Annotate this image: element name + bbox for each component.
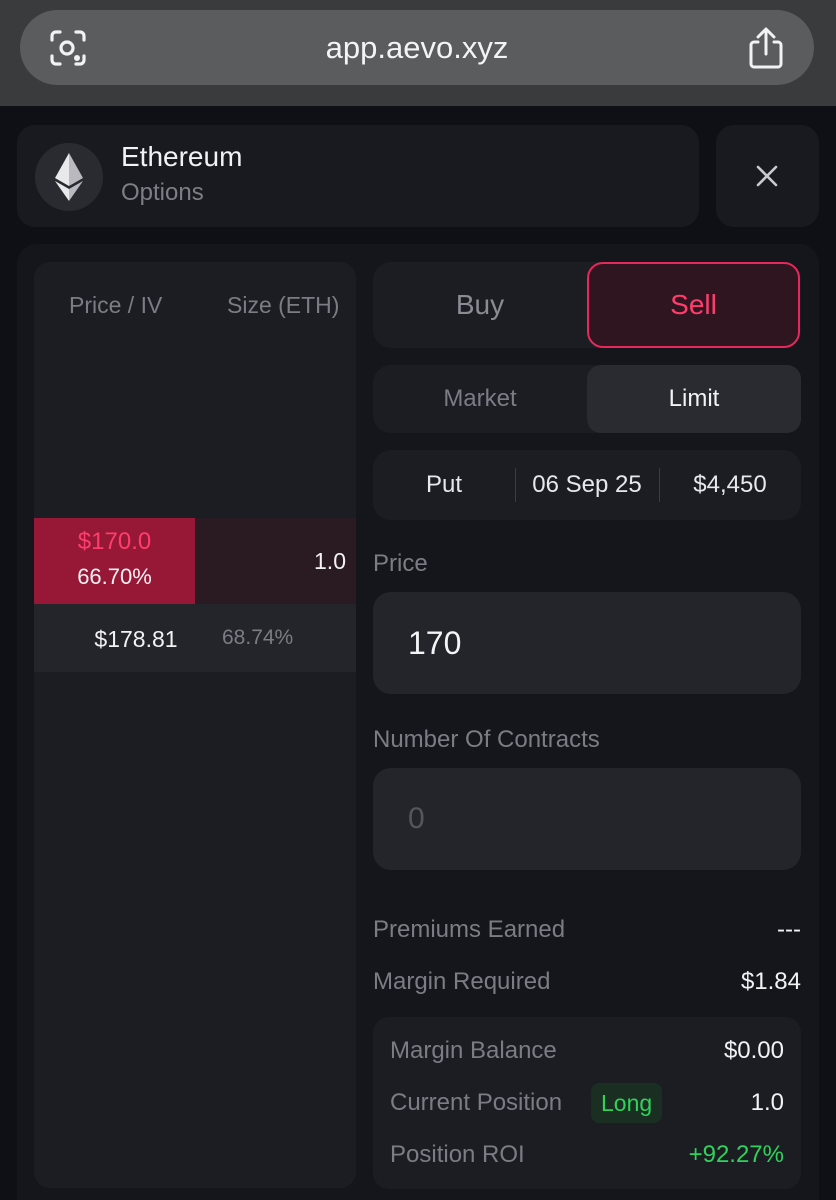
current-position-value: 1.0 (750, 1089, 784, 1116)
premiums-earned-label: Premiums Earned (373, 916, 566, 943)
sell-button[interactable]: Sell (587, 262, 800, 348)
orderbook-ask-row[interactable]: $170.0 66.70% 1.0 (34, 518, 356, 604)
orderbook-header-price-iv: Price / IV (69, 292, 163, 318)
position-roi-value: +92.27% (688, 1141, 784, 1168)
position-roi-label: Position ROI (390, 1141, 525, 1168)
buy-button[interactable]: Buy (373, 262, 587, 348)
margin-required-row: Margin Required $1.84 (373, 968, 801, 1002)
url-text[interactable]: app.aevo.xyz (20, 10, 814, 85)
margin-required-label: Margin Required (373, 968, 551, 995)
margin-balance-value: $0.00 (723, 1037, 784, 1064)
ethereum-logo-icon (35, 143, 103, 211)
address-bar[interactable]: app.aevo.xyz (20, 10, 814, 85)
ask-iv: 66.70% (77, 564, 152, 589)
contracts-input[interactable] (373, 768, 801, 870)
order-type-selector: Market Limit (373, 365, 801, 433)
bid-price: $178.81 (94, 626, 178, 652)
option-kind[interactable]: Put (373, 450, 515, 520)
long-badge: Long (591, 1083, 663, 1123)
contract-selector: Put 06 Sep 25 $4,450 (373, 450, 801, 520)
close-button[interactable] (716, 125, 819, 227)
share-icon[interactable] (746, 26, 786, 70)
asset-header[interactable]: Ethereum Options (17, 125, 699, 227)
price-label: Price (373, 550, 428, 577)
ask-size: 1.0 (314, 548, 346, 574)
margin-balance-label: Margin Balance (390, 1037, 557, 1064)
limit-tab[interactable]: Limit (587, 365, 801, 433)
ask-price: $170.0 (77, 528, 152, 555)
current-position-row: Current Position Long 1.0 (390, 1083, 784, 1123)
position-card: Margin Balance $0.00 Current Position Lo… (373, 1017, 801, 1189)
current-position-label: Current Position (390, 1089, 563, 1116)
orderbook-bid-row[interactable]: $178.81 68.74% (34, 604, 356, 672)
premiums-earned-value: --- (777, 916, 801, 943)
expiry-date[interactable]: 06 Sep 25 (515, 450, 659, 520)
order-book: Price / IV Size (ETH) $170.0 66.70% 1.0 … (34, 262, 356, 1188)
margin-required-value: $1.84 (740, 968, 801, 995)
side-selector: Buy Sell (373, 262, 801, 348)
orderbook-header-size: Size (ETH) (227, 292, 340, 318)
close-icon[interactable] (754, 163, 780, 189)
price-input[interactable] (373, 592, 801, 694)
contracts-label: Number Of Contracts (373, 726, 600, 753)
position-roi-row: Position ROI +92.27% (390, 1141, 784, 1175)
browser-toolbar: app.aevo.xyz (0, 0, 836, 106)
market-tab[interactable]: Market (373, 365, 587, 433)
margin-balance-row: Margin Balance $0.00 (390, 1037, 784, 1071)
bid-iv: 68.74% (222, 626, 294, 649)
strike-price[interactable]: $4,450 (659, 450, 801, 520)
asset-type: Options (121, 179, 204, 206)
premiums-earned-row: Premiums Earned --- (373, 916, 801, 950)
asset-name: Ethereum (121, 141, 243, 172)
